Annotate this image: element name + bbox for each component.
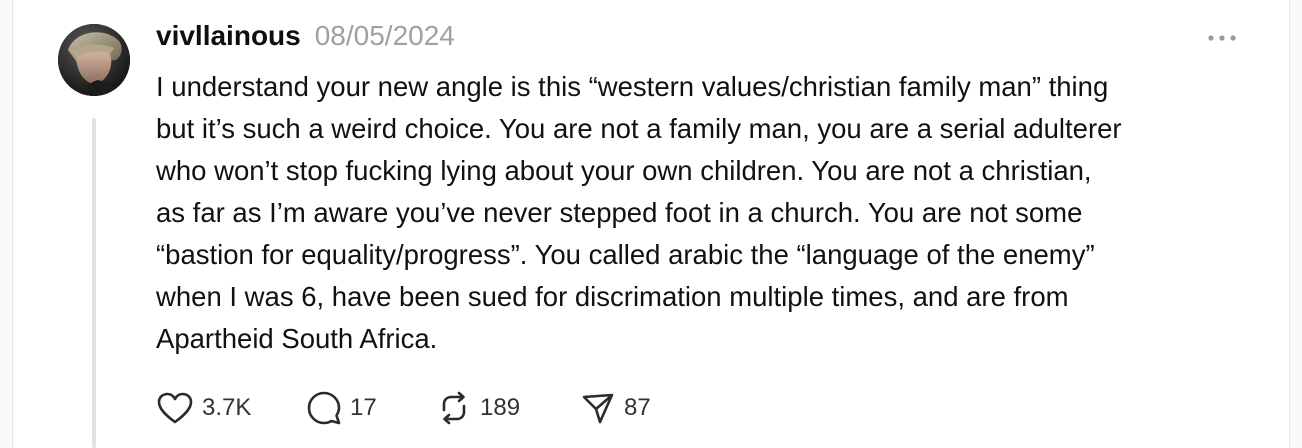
like-count: 3.7K [202, 394, 252, 421]
post-date: 08/05/2024 [314, 20, 455, 51]
post-line: “bastion for equality/progress”. You cal… [156, 239, 1095, 270]
action-bar: 3.7K 17 189 87 [156, 388, 690, 428]
post-line: I understand your new angle is this “wes… [156, 71, 1109, 102]
post-line: when I was 6, have been sued for discrim… [156, 281, 1069, 312]
avatar-photo [58, 24, 130, 96]
post-line: as far as I’m aware you’ve never stepped… [156, 197, 1083, 228]
repost-button[interactable]: 189 [436, 390, 580, 426]
right-frame-edge [1289, 0, 1302, 448]
post-body: I understand your new angle is this “wes… [156, 66, 1266, 360]
more-options-button[interactable] [1204, 28, 1240, 48]
post-line: but it’s such a weird choice. You are no… [156, 113, 1122, 144]
reply-count: 17 [350, 394, 377, 421]
thread-line [92, 118, 96, 448]
share-count: 87 [624, 394, 651, 421]
avatar[interactable] [58, 24, 130, 96]
left-frame-edge [0, 0, 13, 448]
post-line: Apartheid South Africa. [156, 323, 438, 354]
reply-bubble-icon [307, 391, 341, 425]
repost-icon [442, 391, 466, 425]
more-horizontal-icon [1208, 35, 1236, 41]
username[interactable]: vivllainous [156, 20, 301, 52]
repost-count: 189 [480, 394, 521, 421]
share-icon [582, 393, 614, 424]
share-button[interactable]: 87 [580, 390, 690, 426]
post-line: who won’t stop fucking lying about your … [156, 155, 1092, 186]
reply-button[interactable]: 17 [306, 390, 436, 426]
post-header: vivllainous 08/05/2024 [156, 20, 455, 58]
like-button[interactable]: 3.7K [156, 391, 306, 425]
heart-icon [157, 392, 193, 424]
